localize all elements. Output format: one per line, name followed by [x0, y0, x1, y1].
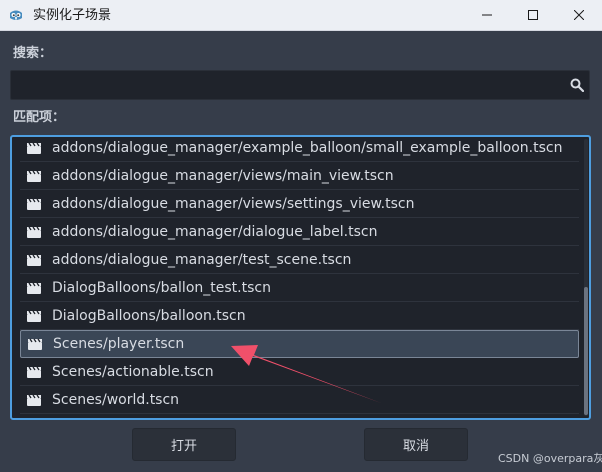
search-field[interactable]	[10, 70, 590, 100]
scene-clapperboard-icon	[27, 394, 41, 406]
matches-label: 匹配项：	[13, 110, 66, 125]
scene-clapperboard-icon	[27, 254, 41, 266]
list-item-label: Scenes/player.tscn	[53, 336, 185, 352]
list-item[interactable]: addons/dialogue_manager/dialogue_label.t…	[20, 218, 579, 246]
open-button[interactable]: 打开	[132, 428, 236, 461]
close-button[interactable]	[556, 0, 602, 30]
scene-clapperboard-icon	[27, 142, 41, 154]
list-item[interactable]: DialogBalloons/ballon_test.tscn	[20, 274, 579, 302]
maximize-icon	[528, 10, 538, 20]
list-item[interactable]: addons/dialogue_manager/views/settings_v…	[20, 190, 579, 218]
list-item-label: addons/dialogue_manager/views/main_view.…	[52, 167, 394, 184]
list-item[interactable]: addons/dialogue_manager/test_scene.tscn	[20, 246, 579, 274]
close-icon	[574, 10, 584, 20]
list-item-label: addons/dialogue_manager/views/settings_v…	[52, 195, 415, 212]
scene-clapperboard-icon	[27, 282, 41, 294]
minimize-button[interactable]	[464, 0, 510, 30]
list-item-label: DialogBalloons/ballon_test.tscn	[52, 279, 271, 296]
scene-clapperboard-icon	[27, 226, 41, 238]
search-label: 搜索：	[13, 46, 53, 61]
minimize-icon	[482, 14, 492, 16]
list-item[interactable]: addons/dialogue_manager/views/main_view.…	[20, 162, 579, 190]
scene-clapperboard-icon	[27, 366, 41, 378]
list-item[interactable]: Scenes/world.tscn	[20, 386, 579, 414]
list-item-label: Scenes/world.tscn	[52, 391, 180, 408]
list-item[interactable]: Scenes/actionable.tscn	[20, 358, 579, 386]
scene-clapperboard-icon	[28, 338, 42, 350]
list-item-label: Scenes/actionable.tscn	[52, 363, 214, 380]
scene-clapperboard-icon	[27, 310, 41, 322]
search-icon[interactable]	[570, 78, 584, 92]
list-item[interactable]: DialogBalloons/balloon.tscn	[20, 302, 579, 330]
scene-clapperboard-icon	[27, 170, 41, 182]
matches-list[interactable]: addons/dialogue_manager/example_balloon/…	[10, 135, 591, 420]
scene-clapperboard-icon	[27, 198, 41, 210]
cancel-button[interactable]: 取消	[364, 428, 468, 461]
maximize-button[interactable]	[510, 0, 556, 30]
list-item-label: addons/dialogue_manager/dialogue_label.t…	[52, 223, 378, 240]
search-input[interactable]	[17, 75, 561, 97]
matches-list-items: addons/dialogue_manager/example_balloon/…	[12, 137, 579, 414]
list-scrollbar[interactable]	[584, 139, 588, 416]
list-item[interactable]: addons/dialogue_manager/example_balloon/…	[20, 137, 579, 162]
godot-icon	[10, 10, 22, 20]
list-item[interactable]: Scenes/player.tscn	[20, 330, 579, 358]
list-item-label: addons/dialogue_manager/example_balloon/…	[52, 139, 563, 156]
instantiate-child-scene-dialog: 实例化子场景 搜索： 匹配项： addons/dialogue_manager/…	[0, 0, 602, 472]
window-title: 实例化子场景	[33, 8, 112, 23]
title-bar: 实例化子场景	[0, 0, 602, 31]
watermark: CSDN @overpara灰	[498, 452, 602, 465]
list-item-label: addons/dialogue_manager/test_scene.tscn	[52, 251, 352, 268]
list-scrollbar-thumb[interactable]	[584, 287, 588, 415]
list-item-label: DialogBalloons/balloon.tscn	[52, 307, 246, 324]
